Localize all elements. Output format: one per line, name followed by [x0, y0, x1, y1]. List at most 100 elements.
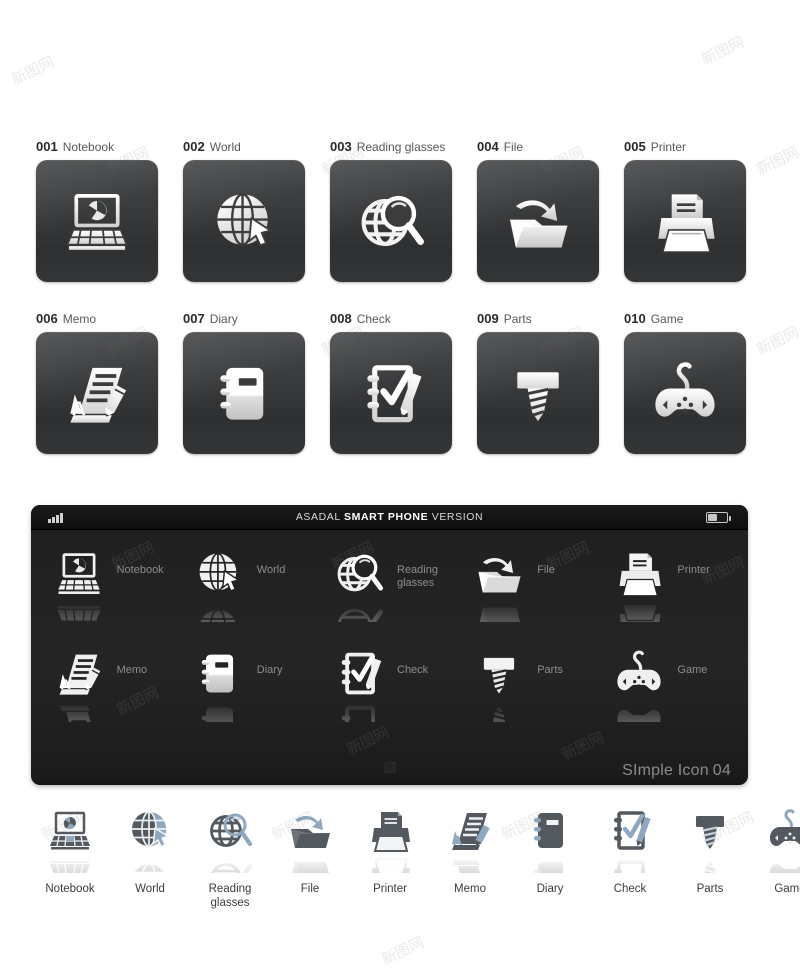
- strip-item-label: Check: [613, 883, 647, 895]
- phone-item-label: Check: [397, 664, 429, 676]
- tile-005-printer[interactable]: [624, 160, 746, 282]
- tile-number: 005: [624, 139, 646, 154]
- tile-001-notebook[interactable]: [36, 160, 158, 282]
- tile-caption: 007 Diary: [183, 310, 305, 327]
- tile-cell-003[interactable]: 003 Reading glasses: [330, 138, 452, 282]
- checklist-pencil-icon: [330, 646, 388, 722]
- phone-item-label: Memo: [116, 664, 148, 676]
- strip-item-notebook[interactable]: Notebook: [30, 805, 110, 910]
- watermark: 新图网: [378, 932, 427, 969]
- tile-number: 002: [183, 139, 205, 154]
- phone-icon-area: Notebook World Reading glasses File Prin…: [31, 530, 748, 742]
- tile-008-check[interactable]: [330, 332, 452, 454]
- icon-reflection: [50, 600, 108, 622]
- notebook-icon: [44, 805, 96, 873]
- phone-item-notebook[interactable]: Notebook: [39, 542, 179, 642]
- phone-item-label: Diary: [256, 664, 283, 676]
- strip-item-world[interactable]: World: [110, 805, 190, 910]
- phone-item-parts[interactable]: Parts: [460, 642, 600, 742]
- tile-cell-009[interactable]: 009 Parts: [477, 310, 599, 454]
- icon-reflection: [190, 600, 248, 622]
- world-globe-cursor-icon: [124, 805, 176, 873]
- tile-004-file[interactable]: [477, 160, 599, 282]
- tile-number: 006: [36, 311, 58, 326]
- strip-item-diary[interactable]: Diary: [510, 805, 590, 910]
- icon-reflection: [50, 700, 108, 722]
- phone-item-memo[interactable]: A Memo: [39, 642, 179, 742]
- icon-reflection: [124, 855, 176, 873]
- phone-item-reading-glasses[interactable]: Reading glasses: [319, 542, 459, 642]
- svg-text:A: A: [60, 676, 70, 692]
- tile-label: Parts: [503, 312, 532, 326]
- world-globe-cursor-icon: [190, 546, 248, 622]
- tile-cell-005[interactable]: 005 Printer: [624, 138, 746, 282]
- watermark: 新图网: [8, 52, 57, 89]
- strip-item-printer[interactable]: Printer: [350, 805, 430, 910]
- strip-item-memo[interactable]: A Memo: [430, 805, 510, 910]
- tile-number: 001: [36, 139, 58, 154]
- gamepad-icon: [610, 646, 668, 722]
- globe-magnifier-icon: [204, 805, 256, 873]
- icon-reflection: [524, 855, 576, 873]
- icon-reflection: [190, 700, 248, 722]
- phone-item-check[interactable]: Check: [319, 642, 459, 742]
- tile-number: 003: [330, 139, 352, 154]
- tile-002-world[interactable]: [183, 160, 305, 282]
- printer-icon: [364, 805, 416, 873]
- phone-item-game[interactable]: Game: [600, 642, 740, 742]
- strip-item-parts[interactable]: Parts: [670, 805, 750, 910]
- tile-cell-007[interactable]: 007 Diary: [183, 310, 305, 454]
- strip-item-file[interactable]: File: [270, 805, 350, 910]
- battery-icon: [706, 512, 731, 523]
- strip-item-label: File: [300, 883, 320, 895]
- tile-cell-006[interactable]: 006 Memo A: [36, 310, 158, 454]
- globe-magnifier-icon: [330, 546, 388, 622]
- printer-icon: [610, 546, 668, 622]
- watermark: 新图网: [698, 32, 747, 69]
- phone-item-diary[interactable]: Diary: [179, 642, 319, 742]
- tile-009-parts[interactable]: [477, 332, 599, 454]
- icon-reflection: [364, 855, 416, 873]
- tile-caption: 005 Printer: [624, 138, 746, 155]
- tile-label: Check: [356, 312, 391, 326]
- tile-cell-004[interactable]: 004 File: [477, 138, 599, 282]
- icon-reflection: [604, 855, 656, 873]
- tile-007-diary[interactable]: [183, 332, 305, 454]
- strip-item-label: Parts: [696, 883, 724, 895]
- tile-006-memo[interactable]: A: [36, 332, 158, 454]
- strip-item-label: Diary: [536, 883, 564, 895]
- tile-label: Game: [650, 312, 684, 326]
- smart-phone-preview-panel: ASADAL SMART PHONE VERSION Notebook Worl…: [31, 505, 748, 785]
- checklist-pencil-icon: [367, 365, 422, 423]
- tile-010-game[interactable]: [624, 332, 746, 454]
- tile-caption: 006 Memo: [36, 310, 158, 327]
- strip-item-reading-glasses[interactable]: Reading glasses: [190, 805, 270, 910]
- tile-cell-008[interactable]: 008 Check: [330, 310, 452, 454]
- strip-item-game[interactable]: Game: [750, 805, 800, 910]
- tile-label: File: [503, 140, 524, 154]
- notebook-icon: [66, 193, 128, 250]
- phone-row-2: A Memo Diary Check Parts Game: [39, 642, 740, 742]
- phone-item-printer[interactable]: Printer: [600, 542, 740, 642]
- icon-reflection: [684, 855, 736, 873]
- world-globe-cursor-icon: [217, 193, 272, 247]
- tile-cell-001[interactable]: 001 Notebook: [36, 138, 158, 282]
- screw-bolt-icon: [517, 372, 559, 422]
- memo-pencil-icon: A: [50, 646, 108, 722]
- small-icon-strip: Notebook World Reading glasses File Prin…: [30, 805, 800, 910]
- tile-number: 008: [330, 311, 352, 326]
- tile-003-reading-glasses[interactable]: [330, 160, 452, 282]
- tile-cell-002[interactable]: 002 World: [183, 138, 305, 282]
- home-button[interactable]: [384, 762, 395, 773]
- tile-cell-010[interactable]: 010 Game: [624, 310, 746, 454]
- tile-number: 010: [624, 311, 646, 326]
- tile-number: 009: [477, 311, 499, 326]
- icon-reflection: [610, 600, 668, 622]
- phone-brand-number: 04: [712, 762, 731, 779]
- tile-label: Diary: [209, 312, 238, 326]
- tile-label: Notebook: [62, 140, 115, 154]
- tile-row-2: 006 Memo A 007 Diary 008 Check 009 Parts…: [36, 310, 766, 454]
- phone-item-world[interactable]: World: [179, 542, 319, 642]
- phone-item-file[interactable]: File: [460, 542, 600, 642]
- strip-item-check[interactable]: Check: [590, 805, 670, 910]
